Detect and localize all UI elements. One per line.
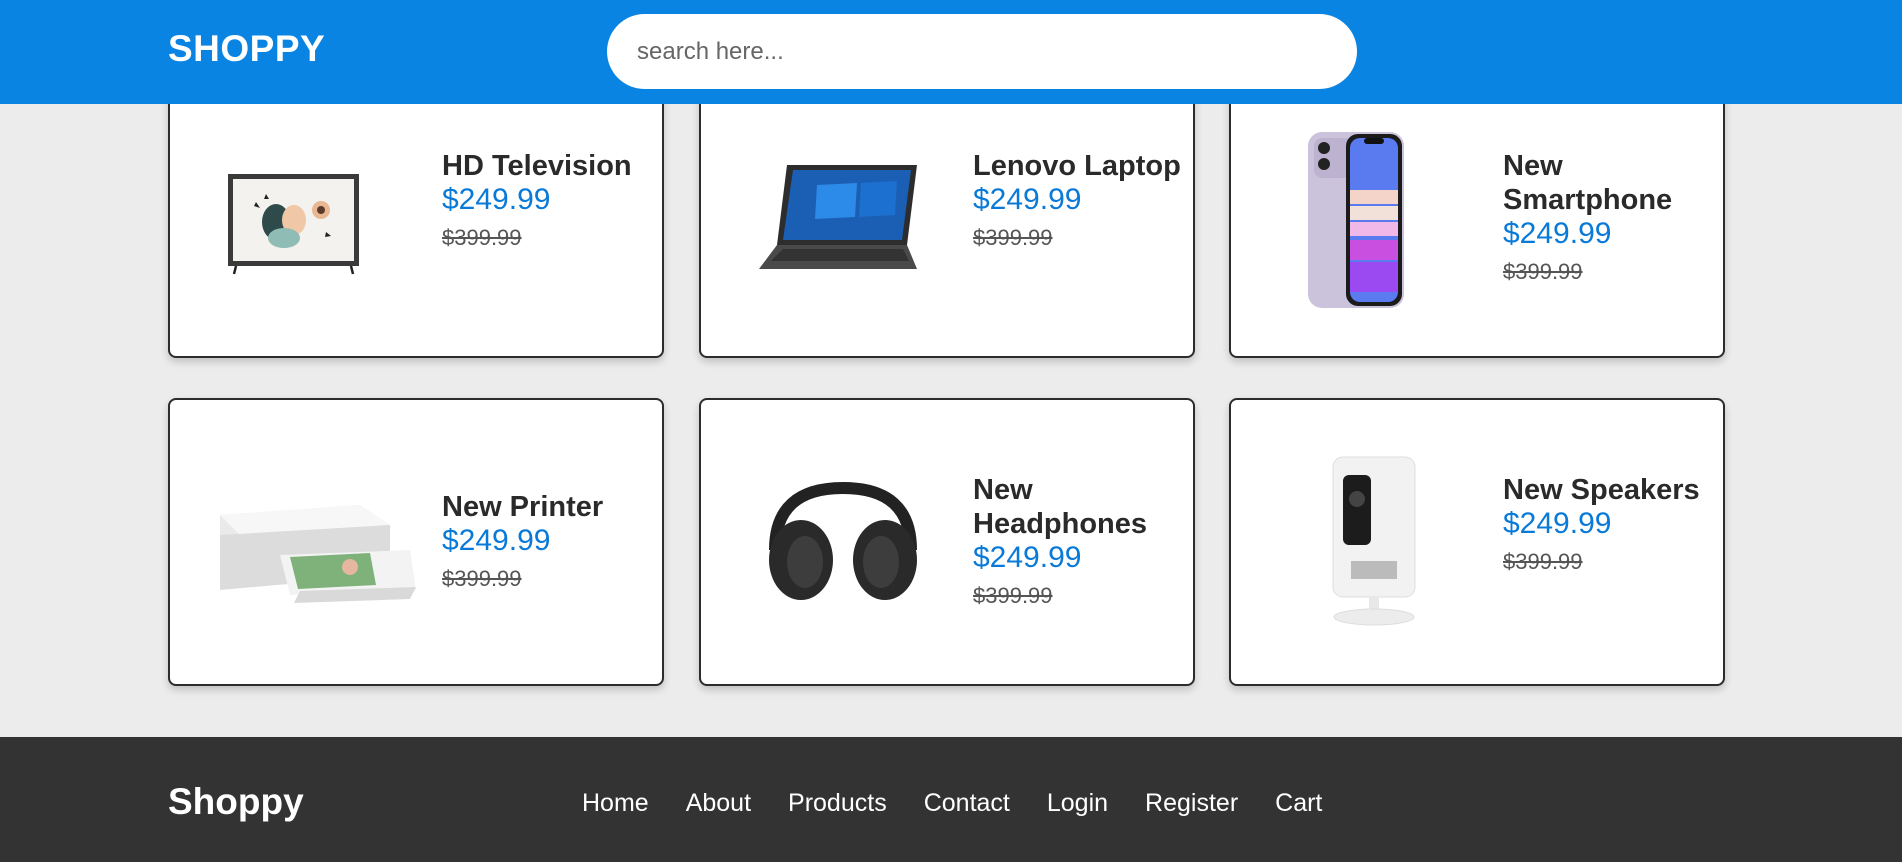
footer: Shoppy Home About Products Contact Login… [0,737,1902,862]
site-logo[interactable]: SHOPPY [168,28,325,70]
product-old-price: $399.99 [1503,259,1583,284]
product-card[interactable]: New Speakers $249.99 $399.99 [1229,398,1725,686]
product-name: Lenovo Laptop [973,150,1181,182]
product-name: New Headphones [973,474,1148,540]
printer-image [210,495,418,605]
headphones-image [763,480,923,605]
product-old-price: $399.99 [1503,549,1583,574]
product-price: $249.99 [973,183,1082,216]
product-info: New Printer $249.99 $399.99 [442,490,652,592]
footer-link-about[interactable]: About [686,789,751,818]
footer-link-products[interactable]: Products [788,789,887,818]
product-card[interactable]: Lenovo Laptop $249.99 $399.99 [699,70,1195,358]
product-info: Lenovo Laptop $249.99 $399.99 [973,149,1183,251]
product-old-price: $399.99 [442,566,522,591]
footer-link-login[interactable]: Login [1047,789,1108,818]
product-name: HD Television [442,150,632,182]
product-info: New Speakers $249.99 $399.99 [1503,473,1713,575]
product-info: HD Television $249.99 $399.99 [442,149,652,251]
footer-logo[interactable]: Shoppy [168,781,304,823]
search-input[interactable] [607,14,1357,89]
laptop-image [757,157,920,282]
product-price: $249.99 [442,524,551,557]
product-price: $249.99 [1503,217,1612,250]
product-name: New Printer [442,491,604,523]
product-price: $249.99 [442,183,551,216]
speaker-image [1331,455,1417,627]
smartphone-image [1306,130,1406,310]
footer-link-contact[interactable]: Contact [924,789,1010,818]
product-old-price: $399.99 [973,583,1053,608]
product-price: $249.99 [1503,507,1612,540]
product-card[interactable]: New Printer $249.99 $399.99 [168,398,664,686]
product-card[interactable]: HD Television $249.99 $399.99 [168,70,664,358]
footer-link-register[interactable]: Register [1145,789,1238,818]
tv-image [226,172,361,277]
footer-link-cart[interactable]: Cart [1275,789,1322,818]
footer-link-home[interactable]: Home [582,789,649,818]
product-card[interactable]: New Smartphone $249.99 $399.99 [1229,70,1725,358]
product-card[interactable]: New Headphones $249.99 $399.99 [699,398,1195,686]
product-info: New Headphones $249.99 $399.99 [973,473,1183,609]
product-name: New Smartphone [1503,150,1673,216]
header: SHOPPY [0,0,1902,104]
product-old-price: $399.99 [442,225,522,250]
footer-nav: Home About Products Contact Login Regist… [582,789,1359,818]
product-price: $249.99 [973,541,1082,574]
product-name: New Speakers [1503,474,1700,506]
product-old-price: $399.99 [973,225,1053,250]
product-info: New Smartphone $249.99 $399.99 [1503,149,1713,285]
